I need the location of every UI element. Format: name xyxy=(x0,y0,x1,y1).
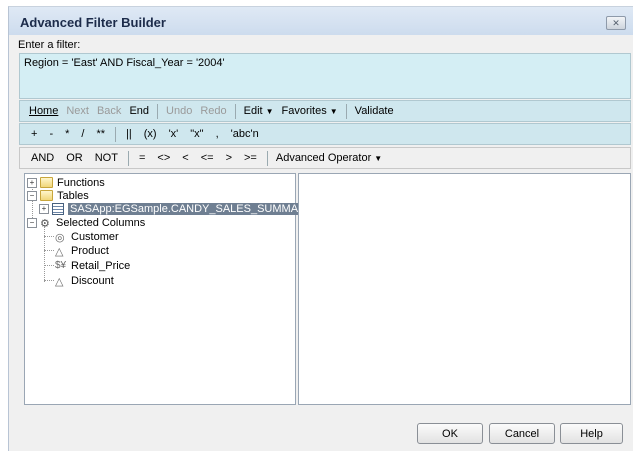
collapse-icon[interactable]: − xyxy=(27,217,37,228)
navigation-toolbar: Home Next Back End Undo Redo Edit ▼ Favor… xyxy=(19,100,631,122)
parentheses-button[interactable]: (x) xyxy=(138,128,163,140)
divide-operator-button[interactable]: / xyxy=(75,128,90,140)
minus-operator-button[interactable]: - xyxy=(43,128,59,140)
less-than-operator-button[interactable]: < xyxy=(176,152,194,164)
not-operator-button[interactable]: NOT xyxy=(89,152,124,164)
separator xyxy=(345,103,347,119)
advanced-operator-menu[interactable]: Advanced Operator ▼ xyxy=(272,152,386,164)
name-literal-button[interactable]: 'abc'n xyxy=(225,128,265,140)
edit-menu-label: Edit xyxy=(243,105,263,117)
equals-operator-button[interactable]: = xyxy=(133,152,151,164)
filter-prompt-label: Enter a filter: xyxy=(18,39,81,51)
tree-line xyxy=(44,265,54,266)
tree-line xyxy=(44,222,45,282)
tree-node-table[interactable]: + SASApp:EGSample.CANDY_SALES_SUMMARY xyxy=(39,202,316,215)
validate-button[interactable]: Validate xyxy=(351,105,398,117)
advanced-filter-builder-window: Advanced Filter Builder ✕ Enter a filter… xyxy=(8,6,633,451)
favorites-menu-label: Favorites xyxy=(281,105,327,117)
plus-operator-button[interactable]: + xyxy=(25,128,43,140)
table-icon xyxy=(52,202,64,215)
help-button[interactable]: Help xyxy=(560,423,623,444)
folder-icon xyxy=(40,190,53,201)
collapse-icon[interactable]: − xyxy=(27,190,37,201)
folder-icon xyxy=(40,177,53,188)
title-bar: Advanced Filter Builder ✕ xyxy=(9,7,633,35)
columns-icon: ⚙ xyxy=(40,218,50,230)
column-label: Product xyxy=(71,244,109,257)
tree-node-label: Functions xyxy=(57,176,105,189)
chevron-down-icon: ▼ xyxy=(329,107,338,116)
tree-line xyxy=(44,250,54,251)
chevron-down-icon: ▼ xyxy=(374,154,383,163)
end-button[interactable]: End xyxy=(125,105,153,117)
operator-toolbar: + - * / ** || (x) 'x' "x" , 'abc'n xyxy=(19,123,631,145)
back-button[interactable]: Back xyxy=(93,105,125,117)
advanced-operator-label: Advanced Operator xyxy=(275,152,372,164)
details-pane xyxy=(298,173,631,405)
separator xyxy=(127,150,129,166)
power-operator-button[interactable]: ** xyxy=(90,128,111,140)
multiply-operator-button[interactable]: * xyxy=(59,128,75,140)
column-item-discount[interactable]: △ Discount xyxy=(55,274,114,289)
column-item-customer[interactable]: ◎ Customer xyxy=(55,230,119,245)
and-operator-button[interactable]: AND xyxy=(25,152,60,164)
logical-operator-toolbar: AND OR NOT = <> < <= > >= Advanced Opera… xyxy=(19,147,631,169)
edit-menu[interactable]: Edit ▼ xyxy=(240,105,278,117)
double-quote-button[interactable]: "x" xyxy=(184,128,209,140)
undo-button[interactable]: Undo xyxy=(162,105,196,117)
numeric-column-icon: ◎ xyxy=(55,232,65,244)
character-column-icon: △ xyxy=(55,276,64,288)
tree-node-functions[interactable]: + Functions xyxy=(27,176,105,189)
tree-node-tables[interactable]: − Tables xyxy=(27,189,89,202)
column-item-product[interactable]: △ Product xyxy=(55,244,109,259)
filter-expression-input[interactable]: Region = 'East' AND Fiscal_Year = '2004' xyxy=(19,53,631,99)
less-equal-operator-button[interactable]: <= xyxy=(195,152,220,164)
currency-column-icon: $¥ xyxy=(55,260,67,271)
column-label: Discount xyxy=(71,274,114,287)
chevron-down-icon: ▼ xyxy=(265,107,274,116)
character-column-icon: △ xyxy=(55,246,64,258)
tree-node-selected-columns[interactable]: − ⚙ Selected Columns xyxy=(27,216,146,230)
comma-button[interactable]: , xyxy=(210,128,225,140)
column-label: Retail_Price xyxy=(71,259,131,272)
separator xyxy=(157,103,159,119)
table-name-label: SASApp:EGSample.CANDY_SALES_SUMMARY xyxy=(68,202,316,215)
separator xyxy=(266,150,268,166)
home-button[interactable]: Home xyxy=(25,105,62,117)
concat-operator-button[interactable]: || xyxy=(120,128,138,140)
greater-than-operator-button[interactable]: > xyxy=(220,152,238,164)
tree-line xyxy=(44,280,54,281)
greater-equal-operator-button[interactable]: >= xyxy=(238,152,263,164)
or-operator-button[interactable]: OR xyxy=(60,152,89,164)
data-source-tree: + Functions − Tables + SASApp:EGSample.C… xyxy=(24,173,316,405)
next-button[interactable]: Next xyxy=(62,105,93,117)
tree-node-label: Selected Columns xyxy=(56,216,146,229)
ok-button[interactable]: OK xyxy=(417,423,483,444)
not-equals-operator-button[interactable]: <> xyxy=(151,152,176,164)
column-item-retail-price[interactable]: $¥ Retail_Price xyxy=(55,259,130,272)
separator xyxy=(234,103,236,119)
column-label: Customer xyxy=(71,230,119,243)
tree-node-label: Tables xyxy=(57,189,89,202)
single-quote-button[interactable]: 'x' xyxy=(163,128,185,140)
tree-line xyxy=(44,236,54,237)
expand-icon[interactable]: + xyxy=(39,203,49,214)
window-title: Advanced Filter Builder xyxy=(20,15,166,30)
close-icon[interactable]: ✕ xyxy=(606,16,626,30)
cancel-button[interactable]: Cancel xyxy=(489,423,555,444)
redo-button[interactable]: Redo xyxy=(196,105,230,117)
separator xyxy=(115,126,117,142)
favorites-menu[interactable]: Favorites ▼ xyxy=(278,105,342,117)
expand-icon[interactable]: + xyxy=(27,177,37,188)
